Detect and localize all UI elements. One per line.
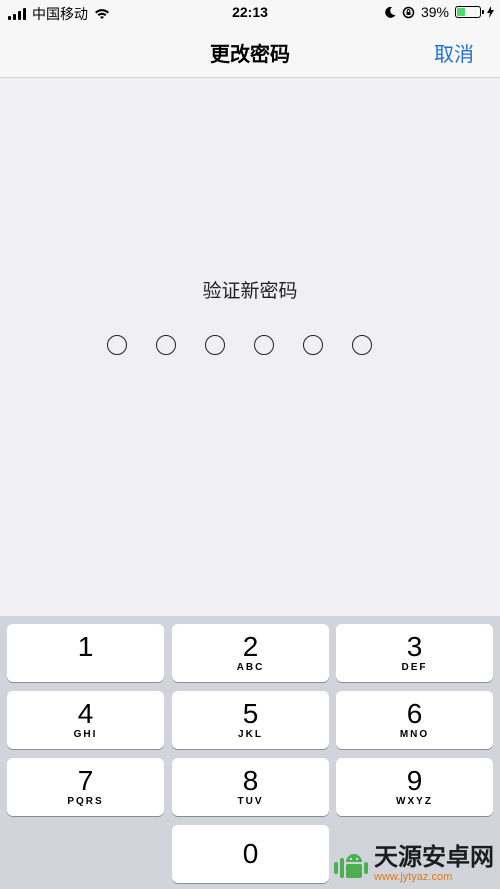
charging-icon (487, 6, 494, 18)
key-digit: 8 (242, 765, 259, 796)
passcode-dot (254, 335, 274, 355)
key-digit: 9 (406, 765, 423, 796)
watermark-title: 天源安卓网 (374, 844, 494, 871)
status-bar: 中国移动 22:13 39% (0, 0, 500, 26)
navigation-bar: 更改密码 取消 (0, 26, 500, 78)
key-digit: 7 (77, 765, 94, 796)
passcode-dot (107, 335, 127, 355)
passcode-dots (107, 335, 372, 355)
key-letters: TUV (237, 796, 264, 807)
key-3[interactable]: 3 DEF (336, 624, 493, 682)
key-letters: PQRS (67, 796, 104, 807)
key-digit: 1 (77, 631, 94, 662)
key-8[interactable]: 8 TUV (172, 758, 329, 816)
key-letters: GHI (73, 729, 98, 740)
status-right: 39% (385, 4, 494, 20)
android-logo-icon (334, 853, 368, 878)
watermark: 天源安卓网 www.jytyaz.com (332, 846, 494, 883)
key-letters: JKL (238, 729, 263, 740)
battery-fill (457, 8, 466, 16)
key-letters: MNO (399, 729, 430, 740)
key-digit: 4 (77, 698, 94, 729)
rotation-lock-icon (402, 6, 415, 18)
key-7[interactable]: 7 PQRS (7, 758, 164, 816)
passcode-dot (352, 335, 372, 355)
key-2[interactable]: 2 ABC (172, 624, 329, 682)
key-letters: WXYZ (396, 796, 433, 807)
passcode-dot (156, 335, 176, 355)
key-9[interactable]: 9 WXYZ (336, 758, 493, 816)
key-digit: 5 (242, 698, 259, 729)
key-digit: 0 (242, 838, 259, 869)
passcode-dot (303, 335, 323, 355)
key-letters: DEF (401, 662, 428, 673)
key-4[interactable]: 4 GHI (7, 691, 164, 749)
key-5[interactable]: 5 JKL (172, 691, 329, 749)
battery-percent: 39% (420, 4, 449, 20)
passcode-prompt: 验证新密码 (202, 281, 298, 302)
cancel-button[interactable]: 取消 (434, 38, 474, 67)
key-1[interactable]: 1 (7, 624, 164, 682)
page-title: 更改密码 (210, 44, 290, 66)
key-digit: 6 (406, 698, 423, 729)
key-letters: ABC (236, 662, 265, 673)
passcode-dot (205, 335, 225, 355)
key-6[interactable]: 6 MNO (336, 691, 493, 749)
battery-icon (455, 6, 484, 18)
key-digit: 2 (242, 631, 259, 662)
key-digit: 3 (406, 631, 423, 662)
key-0[interactable]: 0 (172, 825, 329, 883)
moon-icon (385, 6, 396, 18)
watermark-url: www.jytyaz.com (374, 871, 453, 883)
